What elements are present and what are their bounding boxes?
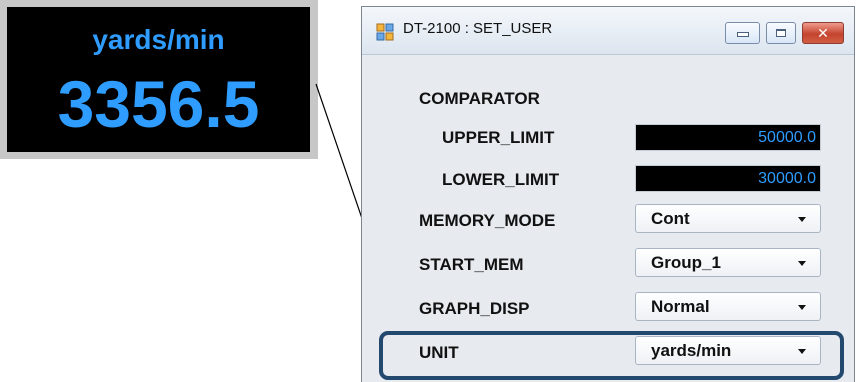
maximize-icon <box>776 29 786 37</box>
close-icon: ✕ <box>817 24 829 41</box>
lower-limit-input[interactable]: 30000.0 <box>635 165 821 192</box>
window-titlebar[interactable]: DT-2100 : SET_USER ✕ <box>362 7 854 55</box>
upper-limit-input[interactable]: 50000.0 <box>635 124 821 151</box>
upper-limit-label: UPPER_LIMIT <box>442 128 555 147</box>
minimize-button[interactable] <box>725 22 760 44</box>
graph-disp-select[interactable]: Normal <box>635 292 821 321</box>
graph-disp-value: Normal <box>651 297 710 316</box>
chevron-down-icon <box>798 261 806 266</box>
start-mem-select[interactable]: Group_1 <box>635 248 821 277</box>
graph-disp-label: GRAPH_DISP <box>419 299 530 318</box>
chevron-down-icon <box>798 349 806 354</box>
unit-select[interactable]: yards/min <box>635 336 821 365</box>
measurement-display-screen: yards/min 3356.5 <box>7 7 310 152</box>
start-mem-value: Group_1 <box>651 253 721 272</box>
maximize-button[interactable] <box>766 22 796 44</box>
lower-limit-label: LOWER_LIMIT <box>442 170 560 189</box>
chevron-down-icon <box>798 217 806 222</box>
app-icon <box>376 23 394 41</box>
comparator-label: COMPARATOR <box>419 89 540 108</box>
memory-mode-value: Cont <box>651 209 690 228</box>
display-unit: yards/min <box>92 24 225 55</box>
close-button[interactable]: ✕ <box>802 22 844 44</box>
unit-value: yards/min <box>651 341 732 360</box>
minimize-icon <box>736 32 749 37</box>
memory-mode-label: MEMORY_MODE <box>419 211 556 230</box>
unit-label: UNIT <box>419 343 459 362</box>
measurement-display-frame: yards/min 3356.5 <box>0 0 318 159</box>
start-mem-label: START_MEM <box>419 255 524 274</box>
memory-mode-select[interactable]: Cont <box>635 204 821 233</box>
display-value: 3356.5 <box>57 67 260 141</box>
settings-window: DT-2100 : SET_USER ✕ COMPARATOR UPPER_LI… <box>361 6 855 382</box>
chevron-down-icon <box>798 305 806 310</box>
window-title: DT-2100 : SET_USER <box>403 20 553 37</box>
